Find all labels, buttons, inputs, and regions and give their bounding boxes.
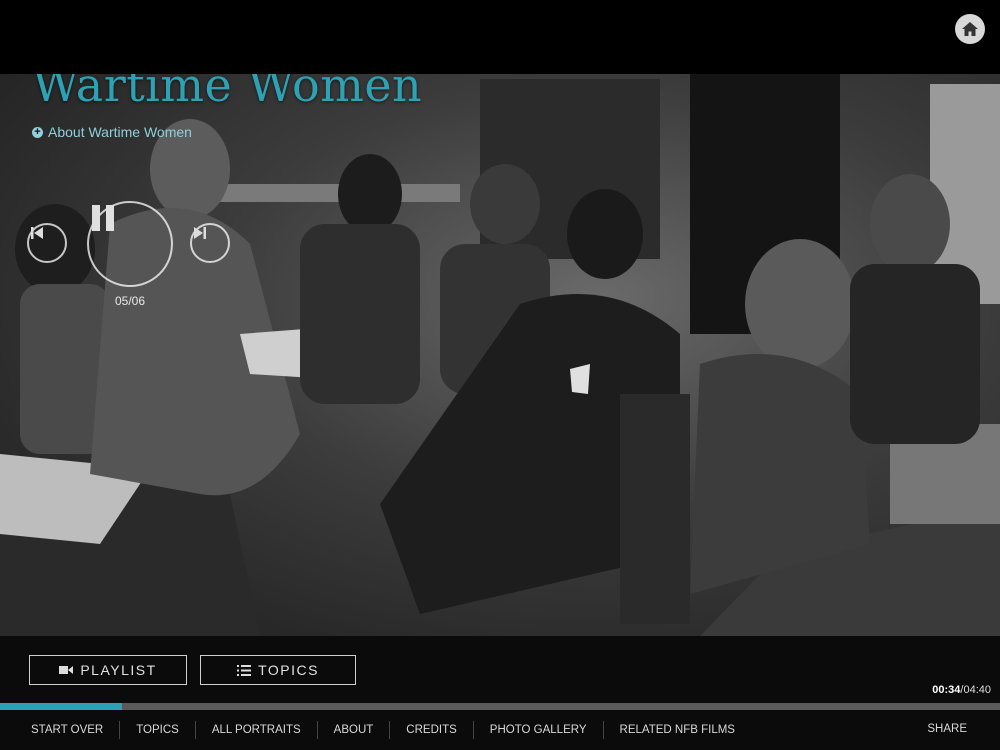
nav-item-credits[interactable]: CREDITS: [390, 721, 474, 739]
nav-item-photo-gallery[interactable]: PHOTO GALLERY: [474, 721, 604, 739]
pause-icon: [92, 205, 114, 231]
next-button[interactable]: [190, 223, 230, 263]
about-link[interactable]: + About Wartime Women: [32, 124, 192, 140]
time-total: 04:40: [963, 684, 991, 696]
plus-circle-icon: +: [32, 126, 43, 138]
photo-illustration: [0, 74, 1000, 636]
time-current: 00:34: [932, 684, 961, 696]
slide-counter: 05/06: [114, 294, 146, 308]
share-link[interactable]: SHARE: [927, 720, 967, 738]
top-bar: [0, 0, 1000, 74]
home-icon: [962, 22, 978, 36]
playlist-label: PLAYLIST: [80, 662, 157, 678]
pause-button[interactable]: [87, 201, 173, 287]
footer-nav: START OVER TOPICS ALL PORTRAITS ABOUT CREDIT…: [0, 720, 1000, 740]
time-display: 00:34/04:40: [932, 684, 991, 696]
list-icon: [237, 664, 252, 676]
video-camera-icon: [59, 666, 74, 674]
nav-item-about[interactable]: ABOUT: [318, 721, 391, 739]
hero-photo: Wartime Women + About Wartime Women 05/0…: [0, 74, 1000, 636]
nav-item-start-over[interactable]: START OVER: [0, 721, 121, 739]
previous-button[interactable]: [27, 223, 67, 263]
topics-label: TOPICS: [258, 662, 319, 678]
progress-bar[interactable]: [0, 703, 1000, 710]
home-button[interactable]: [955, 14, 985, 44]
about-link-label: About Wartime Women: [48, 124, 192, 140]
skip-forward-icon: [194, 227, 206, 239]
nav-item-related-nfb-films[interactable]: RELATED NFB FILMS: [604, 721, 751, 739]
nav-item-topics[interactable]: TOPICS: [120, 721, 196, 739]
nav-item-all-portraits[interactable]: ALL PORTRAITS: [196, 721, 318, 739]
skip-back-icon: [31, 227, 43, 239]
page-title: Wartime Women: [32, 74, 423, 112]
playlist-button[interactable]: PLAYLIST: [29, 655, 187, 685]
topics-button[interactable]: TOPICS: [200, 655, 356, 685]
bottom-bar: PLAYLIST TOPICS 00:34/04:40 START OVER TO…: [0, 636, 1000, 750]
progress-fill: [0, 703, 122, 710]
